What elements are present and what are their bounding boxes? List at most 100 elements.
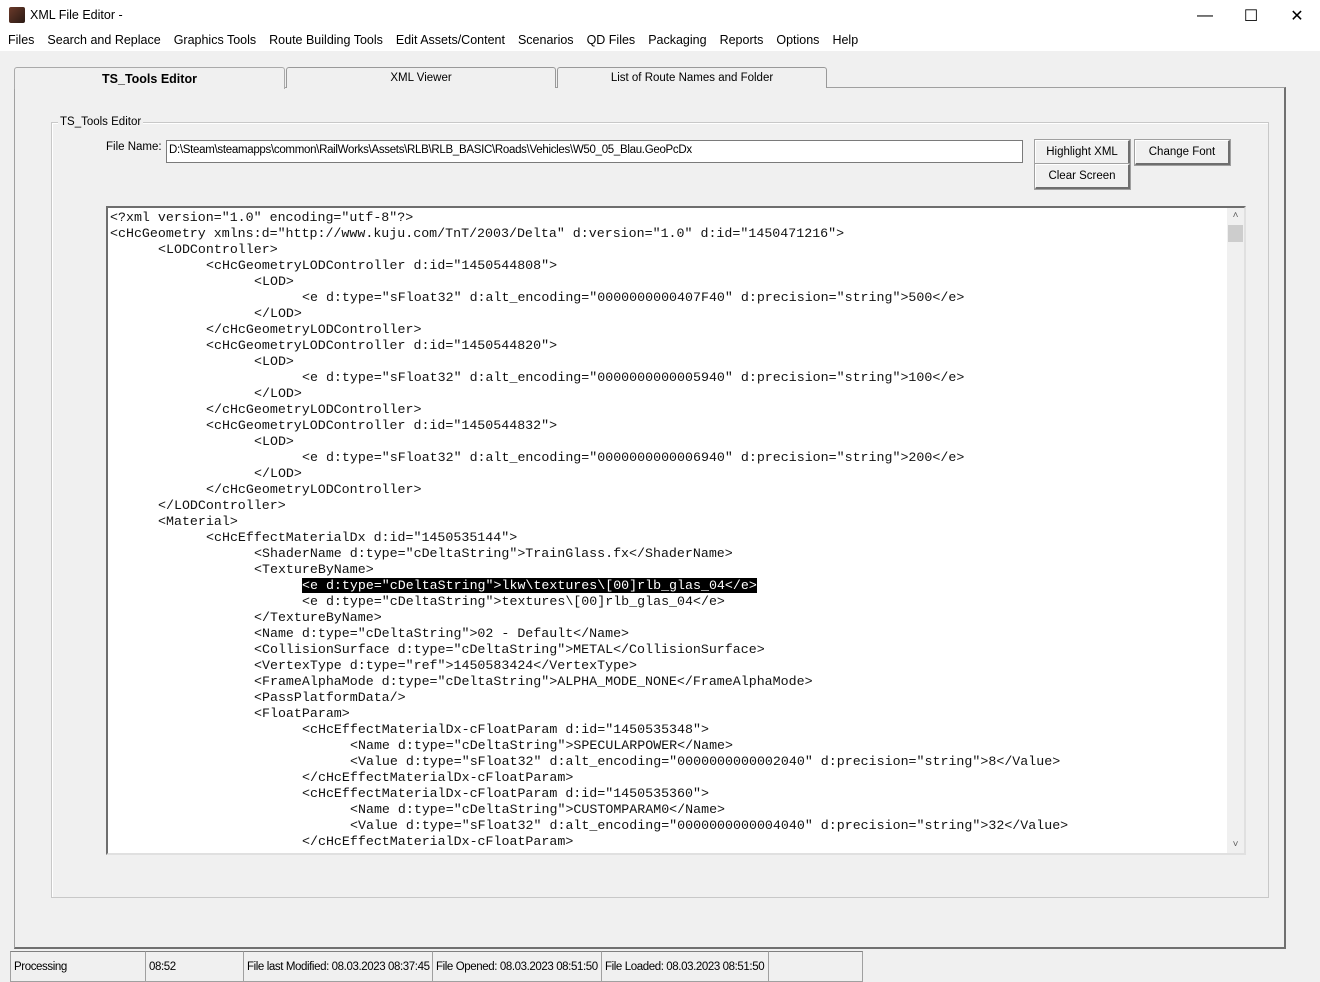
xml-line-text: </cHcGeometryLODController> bbox=[206, 482, 422, 497]
menu-qd-files[interactable]: QD Files bbox=[581, 31, 643, 51]
xml-line: <cHcGeometryLODController d:id="14505448… bbox=[110, 338, 1068, 354]
xml-line: <cHcEffectMaterialDx-cFloatParam d:id="1… bbox=[110, 786, 1068, 802]
menu-packaging[interactable]: Packaging bbox=[642, 31, 713, 51]
xml-line: <cHcEffectMaterialDx-cFloatParam d:id="1… bbox=[110, 722, 1068, 738]
xml-line-text: <CollisionSurface d:type="cDeltaString">… bbox=[254, 642, 765, 657]
xml-line-text: <Name d:type="cDeltaString">CUSTOMPARAM0… bbox=[350, 802, 726, 817]
xml-line: </cHcEffectMaterialDx-cFloatParam> bbox=[110, 770, 1068, 786]
status-file-loaded: File Loaded: 08.03.2023 08:51:50 bbox=[601, 951, 769, 982]
xml-line: <Name d:type="cDeltaString">SPECULARPOWE… bbox=[110, 738, 1068, 754]
xml-line: <e d:type="sFloat32" d:alt_encoding="000… bbox=[110, 290, 1068, 306]
xml-line-text: <Name d:type="cDeltaString">02 - Default… bbox=[254, 626, 630, 641]
menu-route-building-tools[interactable]: Route Building Tools bbox=[263, 31, 390, 51]
scroll-up-icon[interactable]: ˄ bbox=[1227, 208, 1244, 224]
xml-line: </cHcGeometryLODController> bbox=[110, 402, 1068, 418]
file-name-input[interactable]: D:\Steam\steamapps\common\RailWorks\Asse… bbox=[166, 140, 1023, 163]
highlight-xml-button[interactable]: Highlight XML bbox=[1034, 139, 1131, 166]
xml-line: </LODController> bbox=[110, 498, 1068, 514]
xml-line-text: <VertexType d:type="ref">1450583424</Ver… bbox=[254, 658, 638, 673]
xml-line-text: <cHcGeometryLODController d:id="14505448… bbox=[206, 418, 558, 433]
file-name-label: File Name: bbox=[106, 141, 162, 153]
status-time: 08:52 bbox=[145, 951, 244, 982]
menu-help[interactable]: Help bbox=[826, 31, 865, 51]
menu-search-and-replace[interactable]: Search and Replace bbox=[41, 31, 167, 51]
xml-line: </LOD> bbox=[110, 386, 1068, 402]
xml-line: <Name d:type="cDeltaString">02 - Default… bbox=[110, 626, 1068, 642]
clear-screen-button[interactable]: Clear Screen bbox=[1034, 163, 1131, 190]
tab-ts-tools-editor[interactable]: TS_Tools Editor bbox=[14, 67, 285, 89]
status-empty bbox=[768, 951, 863, 982]
menu-reports[interactable]: Reports bbox=[714, 31, 771, 51]
xml-line: </TextureByName> bbox=[110, 610, 1068, 626]
xml-line-text: <LOD> bbox=[254, 434, 294, 449]
xml-line-text: </LOD> bbox=[254, 466, 302, 481]
maximize-button[interactable]: ☐ bbox=[1228, 0, 1274, 31]
xml-line-text: <FrameAlphaMode d:type="cDeltaString">AL… bbox=[254, 674, 813, 689]
xml-line-text: <e d:type="sFloat32" d:alt_encoding="000… bbox=[302, 450, 965, 465]
xml-line: <PassPlatformData/> bbox=[110, 690, 1068, 706]
close-button[interactable]: ✕ bbox=[1274, 0, 1320, 31]
xml-line: <LODController> bbox=[110, 242, 1068, 258]
xml-line-text: </cHcEffectMaterialDx-cFloatParam> bbox=[302, 834, 574, 849]
xml-content: <?xml version="1.0" encoding="utf-8"?> <c… bbox=[110, 210, 1068, 850]
menu-options[interactable]: Options bbox=[770, 31, 826, 51]
xml-line-selected-text: <e d:type="cDeltaString">lkw\textures\[0… bbox=[302, 578, 757, 593]
xml-line-text: <LOD> bbox=[254, 354, 294, 369]
xml-line: <TextureByName> bbox=[110, 562, 1068, 578]
xml-line: <e d:type="cDeltaString">textures\[00]rl… bbox=[110, 594, 1068, 610]
menu-files[interactable]: Files bbox=[2, 31, 41, 51]
tab-xml-viewer[interactable]: XML Viewer bbox=[286, 67, 556, 88]
xml-line: <cHcGeometryLODController d:id="14505448… bbox=[110, 418, 1068, 434]
xml-line-text: <LODController> bbox=[158, 242, 278, 257]
xml-line: <e d:type="sFloat32" d:alt_encoding="000… bbox=[110, 370, 1068, 386]
xml-line-text: </LOD> bbox=[254, 306, 302, 321]
xml-line-text: <cHcGeometry xmlns:d="http://www.kuju.co… bbox=[110, 226, 845, 241]
app-icon bbox=[9, 7, 25, 23]
status-bar: Processing 08:52 File last Modified: 08.… bbox=[0, 949, 1320, 982]
change-font-button[interactable]: Change Font bbox=[1134, 139, 1231, 166]
xml-line: </cHcGeometryLODController> bbox=[110, 322, 1068, 338]
menu-scenarios[interactable]: Scenarios bbox=[512, 31, 581, 51]
menu-edit-assets[interactable]: Edit Assets/Content bbox=[390, 31, 512, 51]
vertical-scrollbar[interactable]: ˄ ˅ bbox=[1227, 208, 1244, 853]
title-bar: XML File Editor - — ☐ ✕ bbox=[0, 0, 1320, 31]
xml-line-text: <LOD> bbox=[254, 274, 294, 289]
xml-line: <cHcGeometryLODController d:id="14505448… bbox=[110, 258, 1068, 274]
xml-line-text: <TextureByName> bbox=[254, 562, 374, 577]
status-state: Processing bbox=[10, 951, 146, 982]
window-title: XML File Editor - bbox=[30, 8, 123, 22]
group-label: TS_Tools Editor bbox=[58, 116, 144, 128]
xml-line: </cHcEffectMaterialDx-cFloatParam> bbox=[110, 834, 1068, 850]
xml-line: <FrameAlphaMode d:type="cDeltaString">AL… bbox=[110, 674, 1068, 690]
xml-line: <LOD> bbox=[110, 434, 1068, 450]
xml-line: <LOD> bbox=[110, 354, 1068, 370]
xml-line: <FloatParam> bbox=[110, 706, 1068, 722]
xml-line-text: <e d:type="cDeltaString">textures\[00]rl… bbox=[302, 594, 725, 609]
xml-line-text: <ShaderName d:type="cDeltaString">TrainG… bbox=[254, 546, 733, 561]
status-file-modified: File last Modified: 08.03.2023 08:37:45 bbox=[243, 951, 433, 982]
xml-line: <Value d:type="sFloat32" d:alt_encoding=… bbox=[110, 818, 1068, 834]
scroll-down-icon[interactable]: ˅ bbox=[1227, 837, 1244, 853]
xml-line-text: </cHcEffectMaterialDx-cFloatParam> bbox=[302, 770, 574, 785]
xml-line-text: <Name d:type="cDeltaString">SPECULARPOWE… bbox=[350, 738, 734, 753]
xml-line: <cHcEffectMaterialDx d:id="1450535144"> bbox=[110, 530, 1068, 546]
menu-graphics-tools[interactable]: Graphics Tools bbox=[168, 31, 263, 51]
xml-line-text: <?xml version="1.0" encoding="utf-8"?> bbox=[110, 210, 414, 225]
xml-line: <e d:type="sFloat32" d:alt_encoding="000… bbox=[110, 450, 1068, 466]
xml-line-text: </LOD> bbox=[254, 386, 302, 401]
scroll-thumb[interactable] bbox=[1228, 225, 1243, 242]
tab-route-names[interactable]: List of Route Names and Folder bbox=[557, 67, 827, 88]
xml-line: <CollisionSurface d:type="cDeltaString">… bbox=[110, 642, 1068, 658]
xml-text-area[interactable]: <?xml version="1.0" encoding="utf-8"?> <c… bbox=[106, 206, 1246, 855]
xml-line: <Value d:type="sFloat32" d:alt_encoding=… bbox=[110, 754, 1068, 770]
xml-line-text: <Value d:type="sFloat32" d:alt_encoding=… bbox=[350, 818, 1069, 833]
xml-line-text: <Value d:type="sFloat32" d:alt_encoding=… bbox=[350, 754, 1061, 769]
minimize-button[interactable]: — bbox=[1182, 0, 1228, 31]
xml-line-text: <cHcEffectMaterialDx d:id="1450535144"> bbox=[206, 530, 518, 545]
xml-line: <Name d:type="cDeltaString">CUSTOMPARAM0… bbox=[110, 802, 1068, 818]
xml-line-text: <PassPlatformData/> bbox=[254, 690, 406, 705]
xml-line: <?xml version="1.0" encoding="utf-8"?> bbox=[110, 210, 1068, 226]
xml-line: </LOD> bbox=[110, 306, 1068, 322]
xml-line-text: <e d:type="sFloat32" d:alt_encoding="000… bbox=[302, 370, 965, 385]
xml-line-text: </TextureByName> bbox=[254, 610, 382, 625]
